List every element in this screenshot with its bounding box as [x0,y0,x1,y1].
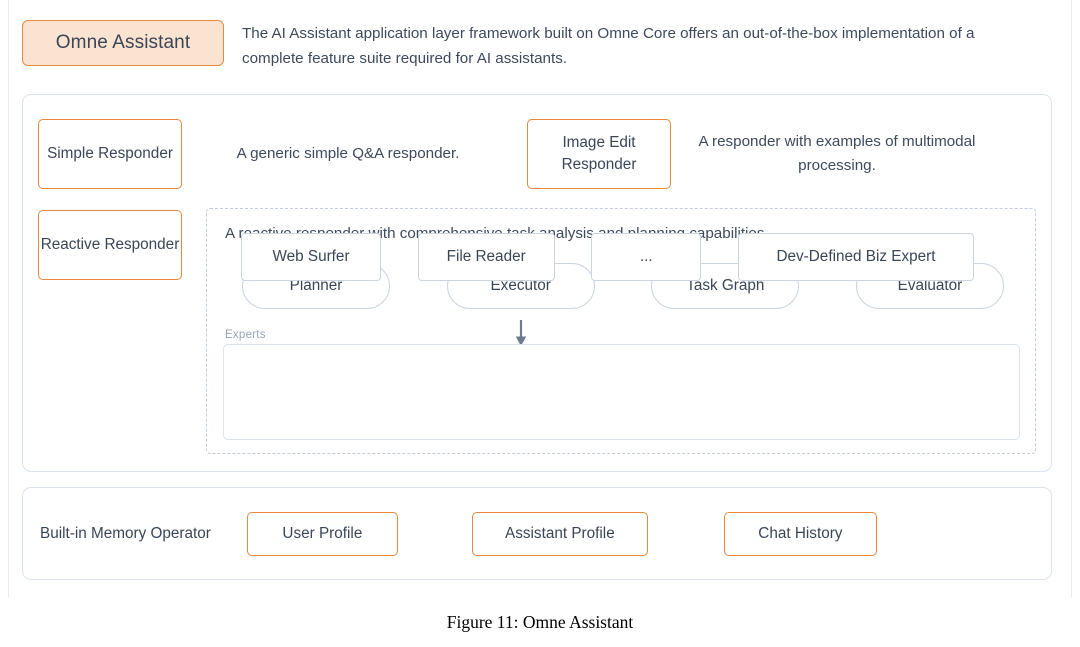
box-assistant-profile[interactable]: Assistant Profile [471,512,648,556]
header-description: The AI Assistant application layer frame… [242,25,975,67]
header: Omne Assistant The AI Assistant applicat… [22,20,1052,71]
description-simple-responder: A generic simple Q&A responder. [236,145,460,162]
box-image-edit-responder[interactable]: Image Edit Responder [527,119,671,189]
responders-row: Simple Responder A generic simple Q&A re… [38,119,1036,189]
experts-group [223,344,1020,440]
box-user-profile[interactable]: User Profile [246,512,398,556]
responder-group-image-edit: Image Edit Responder A responder with ex… [527,119,987,189]
experts-row: Web Surfer File Reader ... Dev-Defined B… [241,233,974,281]
expert-web-surfer[interactable]: Web Surfer [241,233,381,281]
box-chat-history[interactable]: Chat History [723,512,877,556]
reactive-responder-area: A reactive responder with comprehensive … [206,208,1036,454]
description-image-edit-responder: A responder with examples of multimodal … [698,133,976,174]
expert-dev-defined-biz-expert[interactable]: Dev-Defined Biz Expert [737,233,974,281]
page-rule-right [1071,0,1072,598]
arrow-down-icon [514,319,528,347]
memory-row: Built-in Memory Operator User Profile As… [40,512,1034,556]
title-badge-omne-assistant: Omne Assistant [22,20,224,66]
expert-ellipsis[interactable]: ... [591,233,702,281]
memory-operator-label: Built-in Memory Operator [40,525,211,542]
figure-caption: Figure 11: Omne Assistant [446,612,634,632]
experts-group-label: Experts [225,328,266,341]
expert-file-reader[interactable]: File Reader [417,233,555,281]
responder-group-simple: Simple Responder A generic simple Q&A re… [38,119,498,189]
box-simple-responder[interactable]: Simple Responder [38,119,182,189]
box-reactive-responder[interactable]: Reactive Responder [38,210,182,280]
figure-canvas: Omne Assistant The AI Assistant applicat… [0,0,1080,647]
page-rule-left [8,0,9,598]
